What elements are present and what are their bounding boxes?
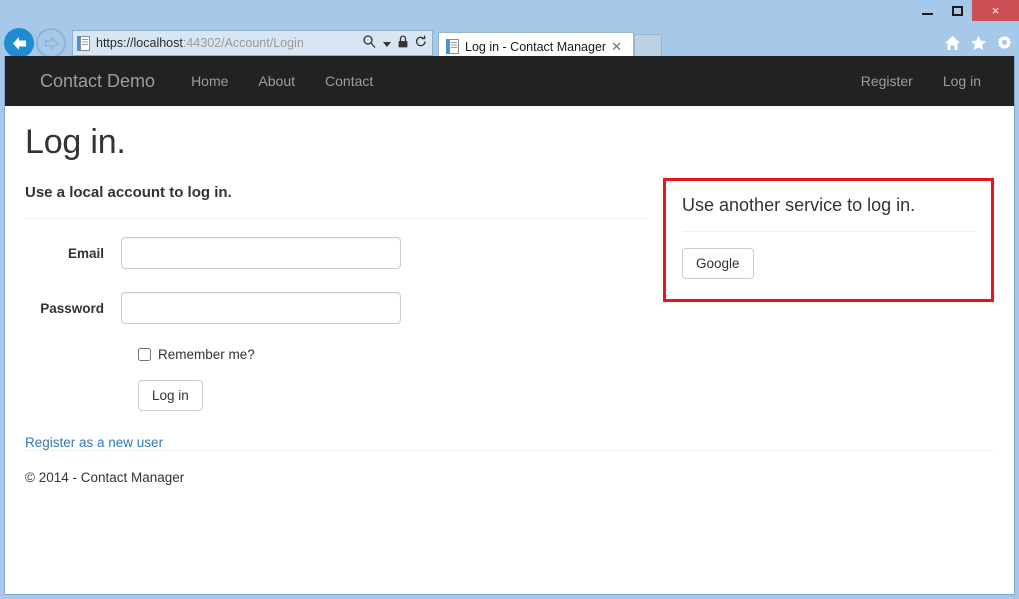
lock-icon[interactable] bbox=[398, 35, 408, 51]
tab-strip: Log in - Contact Manager ✕ bbox=[438, 26, 936, 60]
search-icon[interactable] bbox=[363, 35, 376, 51]
url-secure-part: https://localhost bbox=[96, 36, 183, 50]
browser-toolbar-right bbox=[936, 35, 1013, 52]
remember-me-row: Remember me? bbox=[138, 347, 648, 362]
navbar-brand[interactable]: Contact Demo bbox=[25, 71, 170, 92]
tab-favicon bbox=[446, 39, 459, 54]
navbar-right-links: Register Log in bbox=[846, 73, 996, 89]
nav-link-login[interactable]: Log in bbox=[928, 73, 996, 89]
password-label: Password bbox=[40, 300, 104, 316]
maximize-button[interactable] bbox=[942, 0, 972, 21]
maximize-icon bbox=[951, 5, 963, 16]
url-text: https://localhost:44302/Account/Login bbox=[96, 36, 357, 50]
email-form-group: Email bbox=[25, 237, 648, 269]
footer-copyright: © 2014 - Contact Manager bbox=[25, 470, 185, 485]
nav-link-contact[interactable]: Contact bbox=[310, 73, 388, 89]
external-login-column: Use another service to log in. Google bbox=[663, 162, 994, 450]
external-login-panel: Use another service to log in. Google bbox=[663, 178, 994, 302]
form-actions: Remember me? Log in bbox=[25, 347, 648, 411]
back-button[interactable] bbox=[4, 28, 34, 58]
local-login-lead: Use a local account to log in. bbox=[25, 184, 232, 201]
external-login-title: Use another service to log in. bbox=[682, 195, 916, 215]
nav-link-register[interactable]: Register bbox=[846, 73, 928, 89]
google-login-button[interactable]: Google bbox=[682, 248, 754, 279]
login-form: Email Password Remember me? Log in bbox=[25, 219, 648, 411]
footer-spacer bbox=[25, 485, 994, 527]
minimize-button[interactable] bbox=[912, 0, 942, 21]
login-submit-button[interactable]: Log in bbox=[138, 380, 203, 411]
local-login-column: Use a local account to log in. Email Pas… bbox=[25, 162, 649, 450]
external-provider-buttons: Google bbox=[682, 232, 975, 279]
page-footer: © 2014 - Contact Manager bbox=[5, 450, 1014, 527]
remember-me-checkbox[interactable] bbox=[138, 348, 151, 361]
email-field[interactable] bbox=[121, 237, 401, 269]
favorites-star-icon[interactable] bbox=[970, 35, 987, 51]
forward-arrow-icon bbox=[44, 36, 58, 50]
page-title: Log in. bbox=[25, 123, 126, 161]
browser-window: × https://localhost:44302/Account/Login … bbox=[0, 0, 1019, 599]
refresh-icon[interactable] bbox=[415, 35, 427, 51]
address-bar[interactable]: https://localhost:44302/Account/Login bbox=[72, 30, 433, 56]
login-row: Use a local account to log in. Email Pas… bbox=[25, 162, 994, 450]
home-icon[interactable] bbox=[944, 35, 961, 51]
nav-link-about[interactable]: About bbox=[243, 73, 310, 89]
navbar-links: Home About Contact bbox=[176, 73, 388, 89]
close-window-button[interactable]: × bbox=[972, 0, 1019, 21]
register-new-user-link[interactable]: Register as a new user bbox=[25, 411, 648, 450]
url-rest: :44302/Account/Login bbox=[182, 36, 304, 50]
tab-close-icon[interactable]: ✕ bbox=[607, 39, 626, 55]
password-field[interactable] bbox=[121, 292, 401, 324]
forward-button[interactable] bbox=[36, 28, 66, 58]
settings-gear-icon[interactable] bbox=[996, 35, 1013, 52]
page-viewport: Contact Demo Home About Contact Register… bbox=[4, 56, 1015, 595]
tab-title: Log in - Contact Manager bbox=[465, 39, 607, 54]
close-icon: × bbox=[991, 3, 1000, 18]
chevron-down-icon[interactable] bbox=[383, 36, 391, 50]
minimize-icon bbox=[921, 12, 933, 15]
email-label: Email bbox=[67, 245, 104, 261]
site-navbar: Contact Demo Home About Contact Register… bbox=[5, 56, 1014, 106]
content-container: Log in. Use a local account to log in. E… bbox=[5, 106, 1014, 450]
address-bar-icons bbox=[357, 35, 427, 51]
window-titlebar: × bbox=[0, 0, 1019, 26]
nav-link-home[interactable]: Home bbox=[176, 73, 243, 89]
password-form-group: Password bbox=[25, 292, 648, 324]
back-arrow-icon bbox=[12, 36, 26, 50]
browser-toolbar: https://localhost:44302/Account/Login Lo… bbox=[0, 26, 1019, 60]
remember-me-label[interactable]: Remember me? bbox=[158, 347, 255, 362]
page-document-icon bbox=[77, 35, 90, 51]
